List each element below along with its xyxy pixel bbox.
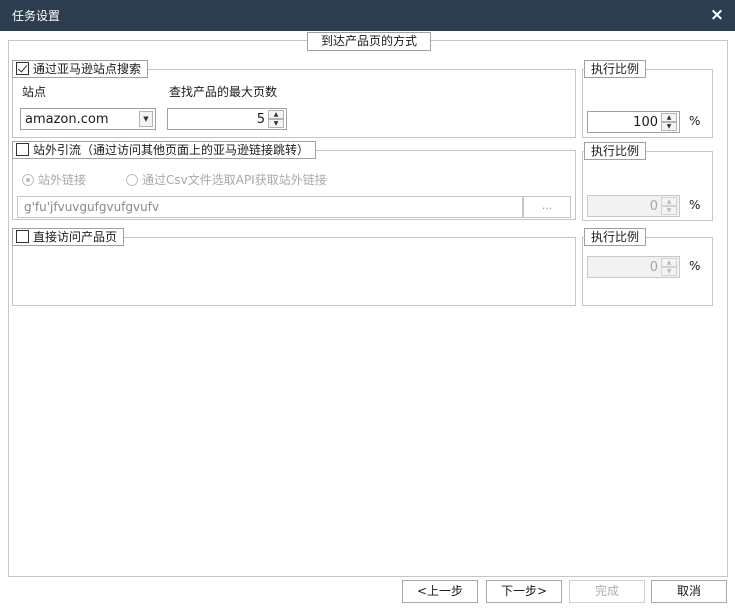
decrement-icon[interactable]: ▼	[268, 119, 284, 128]
browse-button[interactable]: ...	[523, 196, 571, 218]
title-bar: 任务设置 ×	[0, 0, 735, 31]
ratio-value-1: 100	[633, 115, 658, 130]
radio-external-link-label: 站外链接	[38, 173, 87, 187]
prev-button[interactable]: <上一步	[402, 580, 478, 603]
site-label: 站点	[22, 85, 47, 99]
ratio-group-3: 0 ▲ ▼ %	[582, 237, 713, 306]
external-link-input[interactable]: g'fu'jfvuvgufgvufgvufv	[17, 196, 523, 218]
checkbox-checked-icon[interactable]	[16, 62, 29, 75]
amazon-search-label: 通过亚马逊站点搜索	[33, 62, 142, 76]
max-pages-label: 查找产品的最大页数	[169, 85, 278, 99]
ratio-stepper-3[interactable]: 0 ▲ ▼	[587, 256, 680, 278]
direct-visit-checkbox[interactable]: 直接访问产品页	[12, 228, 125, 246]
external-traffic-checkbox[interactable]: 站外引流（通过访问其他页面上的亚马逊链接跳转）	[12, 141, 317, 159]
ratio-unit-1: %	[689, 114, 701, 128]
checkbox-unchecked-icon[interactable]	[16, 143, 29, 156]
next-button[interactable]: 下一步>	[486, 580, 562, 603]
ratio-group-1: 100 ▲ ▼ %	[582, 69, 713, 138]
finish-button[interactable]: 完成	[569, 580, 645, 603]
ratio-value-3: 0	[649, 260, 658, 275]
ratio-stepper-2[interactable]: 0 ▲ ▼	[587, 195, 680, 217]
ratio-title-3: 执行比例	[584, 228, 647, 246]
ratio-title-2: 执行比例	[584, 142, 647, 160]
amazon-search-checkbox[interactable]: 通过亚马逊站点搜索	[12, 60, 149, 78]
radio-unselected-icon[interactable]	[126, 174, 138, 186]
decrement-icon[interactable]: ▼	[661, 122, 677, 131]
site-select[interactable]: amazon.com ▼	[20, 108, 156, 130]
chevron-down-icon[interactable]: ▼	[139, 111, 153, 127]
window-title: 任务设置	[12, 9, 61, 23]
max-pages-stepper[interactable]: 5 ▲ ▼	[167, 108, 287, 130]
external-traffic-label: 站外引流（通过访问其他页面上的亚马逊链接跳转）	[33, 143, 310, 157]
ratio-unit-3: %	[689, 259, 701, 273]
direct-visit-label: 直接访问产品页	[33, 230, 118, 244]
section-title: 到达产品页的方式	[307, 32, 431, 51]
footer-divider	[8, 576, 728, 577]
increment-icon[interactable]: ▲	[661, 197, 677, 206]
checkbox-unchecked-icon[interactable]	[16, 230, 29, 243]
site-select-value: amazon.com	[25, 112, 109, 127]
increment-icon[interactable]: ▲	[268, 110, 284, 119]
ratio-group-2: 0 ▲ ▼ %	[582, 151, 713, 221]
decrement-icon[interactable]: ▼	[661, 267, 677, 276]
external-link-value: g'fu'jfvuvgufgvufgvufv	[24, 200, 160, 214]
decrement-icon[interactable]: ▼	[661, 206, 677, 215]
cancel-button[interactable]: 取消	[651, 580, 727, 603]
close-icon[interactable]: ×	[709, 6, 725, 24]
ratio-stepper-1[interactable]: 100 ▲ ▼	[587, 111, 680, 133]
radio-csv-api[interactable]: 通过Csv文件选取API获取站外链接	[126, 171, 327, 188]
amazon-search-group: 站点 查找产品的最大页数 amazon.com ▼ 5 ▲ ▼	[12, 69, 576, 138]
ratio-unit-2: %	[689, 198, 701, 212]
increment-icon[interactable]: ▲	[661, 113, 677, 122]
ratio-title-1: 执行比例	[584, 60, 647, 78]
direct-visit-group	[12, 237, 576, 306]
max-pages-value: 5	[256, 112, 265, 127]
radio-selected-icon[interactable]	[22, 174, 34, 186]
increment-icon[interactable]: ▲	[661, 258, 677, 267]
radio-csv-api-label: 通过Csv文件选取API获取站外链接	[142, 173, 327, 187]
external-traffic-group: 站外链接 通过Csv文件选取API获取站外链接 g'fu'jfvuvgufgvu…	[12, 150, 576, 220]
radio-external-link[interactable]: 站外链接	[22, 171, 86, 188]
ratio-value-2: 0	[649, 199, 658, 214]
